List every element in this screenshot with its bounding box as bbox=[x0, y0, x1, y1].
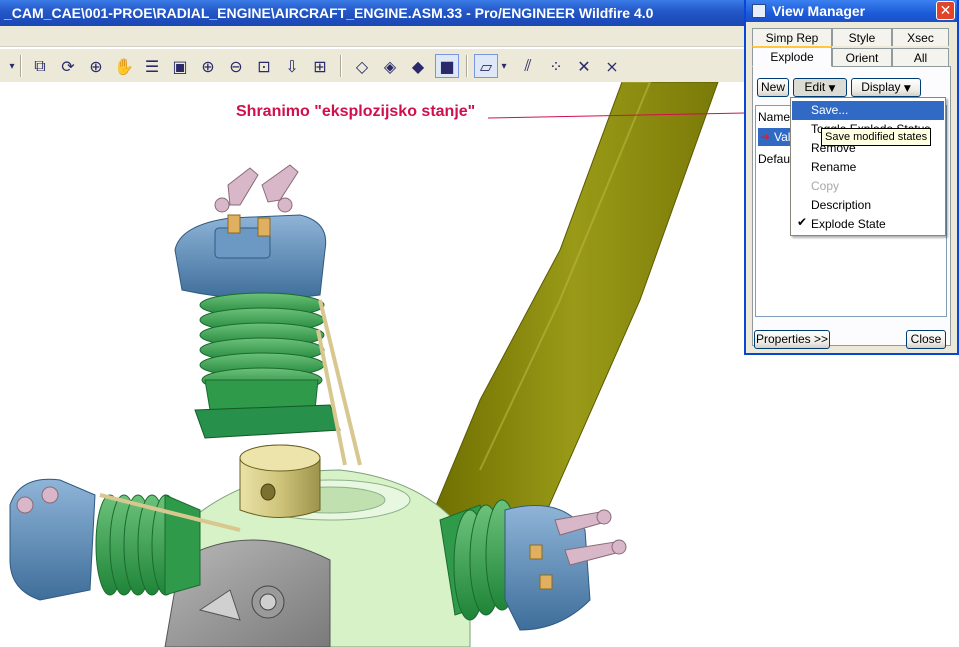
display-button-label: Display bbox=[861, 80, 901, 94]
coordinate-points-icon[interactable]: ✕ bbox=[572, 54, 596, 78]
window-title: _CAM_CAE\001-PROE\RADIAL_ENGINE\AIRCRAFT… bbox=[4, 5, 654, 21]
tab-style[interactable]: Style bbox=[832, 28, 892, 46]
window-title-bar[interactable]: _CAM_CAE\001-PROE\RADIAL_ENGINE\AIRCRAFT… bbox=[0, 0, 749, 26]
layer-icon[interactable]: ⧉ bbox=[28, 54, 52, 78]
datum-points-icon[interactable]: ⁘ bbox=[544, 54, 568, 78]
properties-button[interactable]: Properties >> bbox=[754, 330, 830, 349]
toolbar: ▾ ⧉ ⟳ ⊕ ✋ ☰ ▣ ⊕ ⊖ ⊡ ⇩ ⊞ ◇ ◈ ◆ ■ ▱ ▾ ⫽ ⁘ … bbox=[0, 48, 745, 84]
toolbar-separator bbox=[466, 55, 468, 77]
spin-center-icon[interactable]: ⊕ bbox=[84, 54, 108, 78]
menu-item-copy: Copy bbox=[811, 179, 840, 193]
menu-item-description[interactable]: Description bbox=[792, 196, 944, 215]
edit-dropdown-menu: Save... Toggle Explode Status Remove Ren… bbox=[790, 97, 946, 236]
refit-icon[interactable]: ⊡ bbox=[252, 54, 276, 78]
tab-explode[interactable]: Explode bbox=[752, 46, 832, 67]
datum-planes-dropdown-icon[interactable]: ▾ bbox=[497, 54, 511, 78]
display-button[interactable]: Display ▼ bbox=[851, 78, 921, 97]
menu-item-rename[interactable]: Rename bbox=[792, 158, 944, 177]
model-viewport[interactable] bbox=[0, 82, 745, 647]
engine-3d-model bbox=[9, 82, 745, 647]
tab-orient[interactable]: Orient bbox=[832, 48, 892, 66]
zoom-out-icon[interactable]: ⊖ bbox=[224, 54, 248, 78]
tab-simp-rep[interactable]: Simp Rep bbox=[752, 28, 832, 46]
coordinate-systems-icon[interactable]: ⨯ bbox=[600, 54, 624, 78]
wireframe-icon[interactable]: ◇ bbox=[350, 54, 374, 78]
datum-axis-icon[interactable]: ⟳ bbox=[56, 54, 80, 78]
edit-button[interactable]: Edit ▼ bbox=[793, 78, 847, 97]
pan-hand-icon[interactable]: ✋ bbox=[112, 54, 136, 78]
edit-button-label: Edit bbox=[804, 80, 826, 94]
tooltip: Save modified states bbox=[821, 128, 932, 146]
view-manager-title: View Manager bbox=[772, 3, 866, 19]
datum-axes-icon[interactable]: ⫽ bbox=[516, 54, 540, 78]
menu-item-save[interactable]: Save... bbox=[792, 101, 944, 120]
close-icon[interactable]: ✕ bbox=[936, 1, 955, 20]
menu-item-explode-state-label: Explode State bbox=[811, 217, 886, 231]
checkmark-icon: ✔ bbox=[797, 215, 808, 229]
chevron-down-icon: ▼ bbox=[903, 84, 911, 94]
toolbar-separator bbox=[20, 55, 22, 77]
hidden-line-icon[interactable]: ◈ bbox=[378, 54, 402, 78]
chevron-down-icon: ▼ bbox=[828, 84, 836, 94]
reorient-icon[interactable]: ⇩ bbox=[280, 54, 304, 78]
annotation-label: Shranimo "eksplozijsko stanje" bbox=[236, 103, 476, 120]
no-hidden-icon[interactable]: ◆ bbox=[406, 54, 430, 78]
toolbar-separator bbox=[340, 55, 342, 77]
zoom-in-icon[interactable]: ⊕ bbox=[196, 54, 220, 78]
active-state-arrow-icon: ➜ bbox=[760, 130, 771, 144]
saved-view-icon[interactable]: ▣ bbox=[168, 54, 192, 78]
menu-bar bbox=[0, 26, 745, 47]
close-button[interactable]: Close bbox=[906, 330, 946, 349]
view-manager-app-icon bbox=[752, 4, 766, 18]
menu-item-explode-state[interactable]: ✔ Explode State bbox=[792, 215, 944, 234]
shading-icon[interactable]: ■ bbox=[435, 54, 459, 78]
datum-planes-icon[interactable]: ▱ bbox=[474, 54, 498, 78]
tab-all[interactable]: All bbox=[892, 48, 949, 66]
tab-xsec[interactable]: Xsec bbox=[892, 28, 949, 46]
view-manager-title-bar[interactable]: View Manager ✕ bbox=[746, 0, 957, 22]
layers-stack-icon[interactable]: ☰ bbox=[140, 54, 164, 78]
named-views-icon[interactable]: ⊞ bbox=[308, 54, 332, 78]
new-button[interactable]: New bbox=[757, 78, 789, 97]
